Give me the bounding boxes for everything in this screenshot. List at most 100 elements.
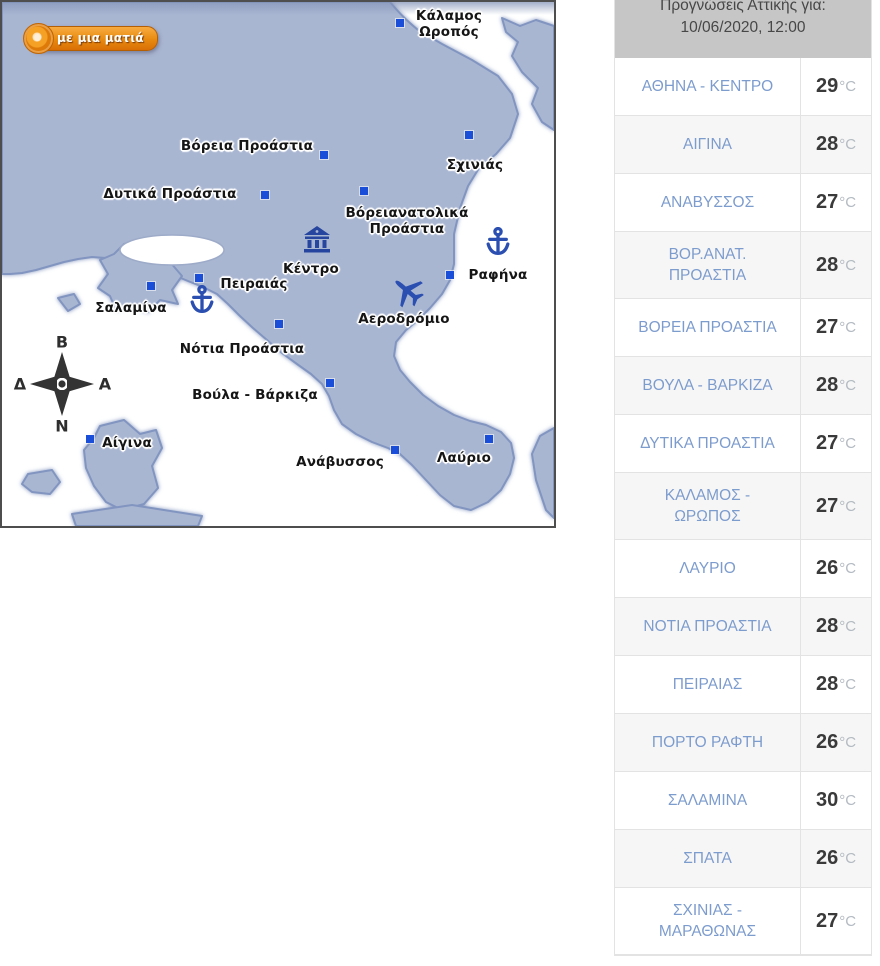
temperature-unit: °C — [839, 78, 857, 95]
map-label[interactable]: Σχινιάς — [447, 157, 503, 173]
map-label[interactable]: Βόρεια Προάστια — [181, 138, 313, 154]
forecast-temperature: 26 °C — [800, 714, 871, 771]
forecast-location-link[interactable]: ΒΟΥΛΑ - ΒΑΡΚΙΖΑ — [615, 357, 800, 414]
temperature-unit: °C — [839, 912, 857, 930]
map-label[interactable]: Σαλαμίνα — [95, 300, 167, 316]
map-marker[interactable] — [195, 274, 203, 282]
map-label[interactable]: Κάλαμος Ωροπός — [416, 8, 482, 40]
anchor-icon-piraeus — [189, 284, 216, 321]
temperature-value: 28 — [815, 673, 839, 695]
attica-map: με μια ματιά Β Ν Δ Α Κάλαμος Ωροπός Βόρει… — [0, 0, 556, 528]
map-label[interactable]: Ραφήνα — [468, 267, 527, 283]
temple-icon — [303, 226, 331, 258]
forecast-temperature: 27 °C — [800, 415, 871, 472]
temperature-value: 27 — [815, 909, 839, 932]
forecast-temperature: 30 °C — [800, 772, 871, 829]
temperature-value: 26 — [815, 557, 839, 579]
temperature-value: 30 — [815, 789, 839, 811]
at-a-glance-label: με μια ματιά — [57, 31, 144, 45]
forecast-temperature: 26 °C — [800, 830, 871, 887]
forecast-temperature: 27 °C — [800, 473, 871, 539]
forecast-location-link[interactable]: ΛΑΥΡΙΟ — [615, 540, 800, 597]
map-label[interactable]: Λαύριο — [437, 450, 491, 466]
forecast-location-link[interactable]: ΒΟΡΕΙΑ ΠΡΟΑΣΤΙΑ — [615, 299, 800, 356]
map-marker[interactable] — [465, 131, 473, 139]
forecast-location-link[interactable]: ΑΝΑΒΥΣΣΟΣ — [615, 174, 800, 231]
forecast-row: ΣΠΑΤΑ 26 °C — [615, 830, 871, 888]
forecast-location-link[interactable]: ΝΟΤΙΑ ΠΡΟΑΣΤΙΑ — [615, 598, 800, 655]
forecast-temperature: 26 °C — [800, 540, 871, 597]
forecast-temperature: 28 °C — [800, 357, 871, 414]
temperature-value: 27 — [815, 432, 839, 454]
forecast-row: ΣΧΙΝΙΑΣ - ΜΑΡΑΘΩΝΑΣ 27 °C — [615, 888, 871, 955]
map-label[interactable]: Ανάβυσσος — [296, 454, 384, 470]
map-marker[interactable] — [396, 19, 404, 27]
forecast-row: ΑΘΗΝΑ - ΚΕΝΤΡΟ 29 °C — [615, 58, 871, 116]
forecast-temperature: 29 °C — [800, 58, 871, 115]
map-marker[interactable] — [446, 271, 454, 279]
at-a-glance-button[interactable]: με μια ματιά — [23, 23, 158, 54]
temperature-value: 28 — [815, 253, 839, 276]
forecast-location-link[interactable]: ΣΧΙΝΙΑΣ - ΜΑΡΑΘΩΝΑΣ — [615, 888, 800, 954]
map-label[interactable]: Κέντρο — [283, 261, 339, 277]
compass-east-label: Α — [98, 374, 112, 394]
map-label[interactable]: Πειραιάς — [220, 276, 287, 292]
forecast-rows: ΑΘΗΝΑ - ΚΕΝΤΡΟ 29 °C ΑΙΓΙΝΑ 28 °C ΑΝΑΒΥΣΣΟ… — [615, 58, 871, 955]
compass-orb-icon — [23, 23, 54, 54]
temperature-unit: °C — [839, 136, 857, 153]
map-marker[interactable] — [86, 435, 94, 443]
temperature-unit: °C — [839, 194, 857, 211]
temperature-value: 26 — [815, 731, 839, 753]
anchor-icon-rafina — [485, 226, 512, 263]
map-label[interactable]: Νότια Προάστια — [180, 341, 304, 357]
weather-page: με μια ματιά Β Ν Δ Α Κάλαμος Ωροπός Βόρει… — [0, 0, 880, 966]
coastline-graphic — [2, 2, 554, 526]
forecast-table: Προγνώσεις Αττικής για: 10/06/2020, 12:0… — [614, 0, 872, 956]
temperature-unit: °C — [839, 792, 857, 809]
map-label[interactable]: Αίγινα — [102, 435, 152, 451]
forecast-title: Προγνώσεις Αττικής για: — [660, 0, 826, 14]
forecast-temperature: 28 °C — [800, 232, 871, 298]
forecast-row: ΑΝΑΒΥΣΣΟΣ 27 °C — [615, 174, 871, 232]
temperature-value: 28 — [815, 615, 839, 637]
forecast-temperature: 27 °C — [800, 888, 871, 954]
forecast-location-link[interactable]: ΣΠΑΤΑ — [615, 830, 800, 887]
forecast-location-link[interactable]: ΒΟΡ.ΑΝΑΤ. ΠΡΟΑΣΤΙΑ — [615, 232, 800, 298]
forecast-location-link[interactable]: ΠΕΙΡΑΙΑΣ — [615, 656, 800, 713]
temperature-value: 27 — [815, 191, 839, 213]
forecast-row: ΝΟΤΙΑ ΠΡΟΑΣΤΙΑ 28 °C — [615, 598, 871, 656]
map-marker[interactable] — [485, 435, 493, 443]
forecast-location-link[interactable]: ΑΘΗΝΑ - ΚΕΝΤΡΟ — [615, 58, 800, 115]
forecast-row: ΠΟΡΤΟ ΡΑΦΤΗ 26 °C — [615, 714, 871, 772]
forecast-row: ΒΟΥΛΑ - ΒΑΡΚΙΖΑ 28 °C — [615, 357, 871, 415]
forecast-temperature: 28 °C — [800, 656, 871, 713]
map-marker[interactable] — [320, 151, 328, 159]
temperature-value: 29 — [815, 75, 839, 97]
compass-west-label: Δ — [13, 374, 27, 394]
forecast-location-link[interactable]: ΑΙΓΙΝΑ — [615, 116, 800, 173]
temperature-value: 27 — [815, 316, 839, 338]
temperature-unit: °C — [839, 435, 857, 452]
map-label[interactable]: Δυτικά Προάστια — [103, 186, 236, 202]
compass-south-label: Ν — [55, 416, 69, 436]
map-marker[interactable] — [275, 320, 283, 328]
forecast-location-link[interactable]: ΣΑΛΑΜΙΝΑ — [615, 772, 800, 829]
temperature-unit: °C — [839, 319, 857, 336]
temperature-unit: °C — [839, 734, 857, 751]
forecast-header: Προγνώσεις Αττικής για: 10/06/2020, 12:0… — [615, 0, 871, 58]
map-marker[interactable] — [261, 191, 269, 199]
airplane-icon — [390, 275, 424, 312]
forecast-location-link[interactable]: ΔΥΤΙΚΑ ΠΡΟΑΣΤΙΑ — [615, 415, 800, 472]
map-marker[interactable] — [391, 446, 399, 454]
map-label[interactable]: Βούλα - Βάρκιζα — [192, 387, 318, 403]
forecast-datetime: 10/06/2020, 12:00 — [680, 19, 806, 36]
forecast-row: ΛΑΥΡΙΟ 26 °C — [615, 540, 871, 598]
map-label[interactable]: Αεροδρόμιο — [358, 311, 450, 327]
map-label[interactable]: Βόρειανατολικά Προάστια — [345, 205, 468, 237]
map-marker[interactable] — [326, 379, 334, 387]
forecast-row: ΣΑΛΑΜΙΝΑ 30 °C — [615, 772, 871, 830]
map-marker[interactable] — [360, 187, 368, 195]
forecast-location-link[interactable]: ΚΑΛΑΜΟΣ - ΩΡΩΠΟΣ — [615, 473, 800, 539]
map-marker[interactable] — [147, 282, 155, 290]
forecast-location-link[interactable]: ΠΟΡΤΟ ΡΑΦΤΗ — [615, 714, 800, 771]
